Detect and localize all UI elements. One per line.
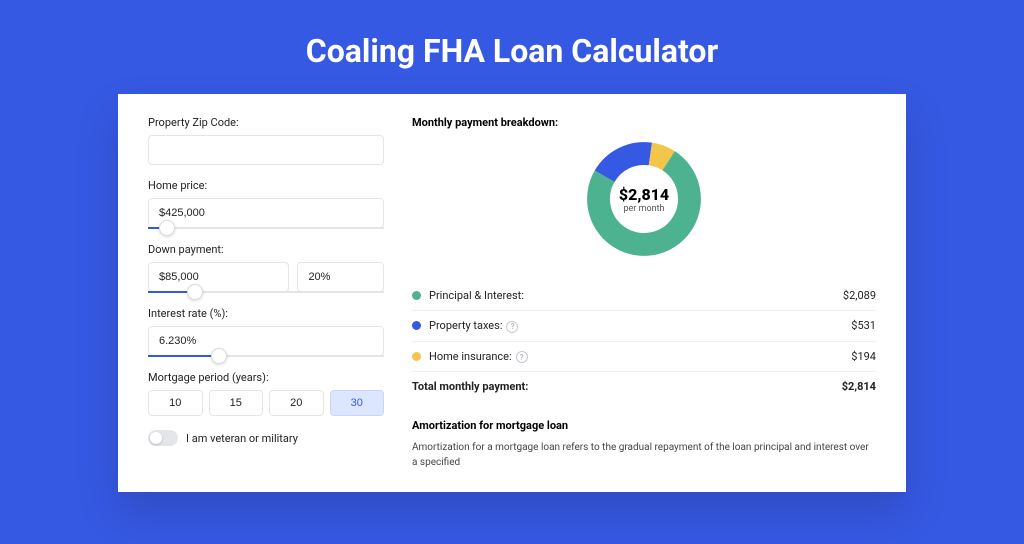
price-slider[interactable] bbox=[148, 227, 384, 229]
legend-dot bbox=[412, 352, 421, 361]
page-title: Coaling FHA Loan Calculator bbox=[0, 32, 1024, 70]
legend-value: $2,089 bbox=[843, 289, 876, 302]
rate-row: Interest rate (%): bbox=[148, 307, 384, 357]
rate-slider[interactable] bbox=[148, 355, 384, 357]
breakdown-panel: Monthly payment breakdown: $2,814 per mo… bbox=[412, 116, 876, 470]
legend-total-row: Total monthly payment:$2,814 bbox=[412, 371, 876, 401]
period-options: 10152030 bbox=[148, 390, 384, 416]
veteran-label: I am veteran or military bbox=[186, 432, 298, 445]
help-icon[interactable]: ? bbox=[506, 321, 518, 333]
amortization-title: Amortization for mortgage loan bbox=[412, 419, 876, 432]
price-row: Home price: bbox=[148, 179, 384, 229]
period-row-wrap: Mortgage period (years): 10152030 bbox=[148, 371, 384, 416]
breakdown-title: Monthly payment breakdown: bbox=[412, 116, 876, 129]
legend-dot bbox=[412, 291, 421, 300]
legend-value: $531 bbox=[851, 319, 876, 332]
amortization-section: Amortization for mortgage loan Amortizat… bbox=[412, 419, 876, 470]
price-label: Home price: bbox=[148, 179, 384, 192]
amortization-text: Amortization for a mortgage loan refers … bbox=[412, 440, 876, 470]
down-row: Down payment: bbox=[148, 243, 384, 293]
form-panel: Property Zip Code: Home price: Down paym… bbox=[148, 116, 384, 470]
price-input[interactable] bbox=[148, 198, 384, 228]
zip-row: Property Zip Code: bbox=[148, 116, 384, 165]
help-icon[interactable]: ? bbox=[516, 351, 528, 363]
down-label: Down payment: bbox=[148, 243, 384, 256]
legend-label: Principal & Interest: bbox=[429, 289, 843, 302]
down-amount-input[interactable] bbox=[148, 262, 289, 292]
rate-input[interactable] bbox=[148, 326, 384, 356]
legend-total-value: $2,814 bbox=[842, 380, 876, 393]
legend-row: Principal & Interest:$2,089 bbox=[412, 281, 876, 310]
rate-slider-fill bbox=[148, 355, 219, 357]
legend-total-label: Total monthly payment: bbox=[412, 380, 842, 393]
period-option-20[interactable]: 20 bbox=[269, 390, 324, 416]
period-label: Mortgage period (years): bbox=[148, 371, 384, 384]
donut-amount: $2,814 bbox=[619, 185, 669, 204]
legend-label: Home insurance:? bbox=[429, 350, 851, 364]
donut-chart: $2,814 per month bbox=[584, 139, 704, 259]
down-percent-input[interactable] bbox=[297, 262, 384, 292]
rate-slider-thumb[interactable] bbox=[211, 348, 227, 364]
veteran-row: I am veteran or military bbox=[148, 430, 384, 446]
zip-label: Property Zip Code: bbox=[148, 116, 384, 129]
price-slider-thumb[interactable] bbox=[159, 220, 175, 236]
down-slider[interactable] bbox=[148, 291, 384, 293]
period-option-10[interactable]: 10 bbox=[148, 390, 203, 416]
calculator-card: Property Zip Code: Home price: Down paym… bbox=[118, 94, 906, 492]
rate-label: Interest rate (%): bbox=[148, 307, 384, 320]
legend-row: Home insurance:?$194 bbox=[412, 341, 876, 372]
period-option-15[interactable]: 15 bbox=[209, 390, 264, 416]
donut-sub: per month bbox=[623, 204, 664, 214]
period-option-30[interactable]: 30 bbox=[330, 390, 385, 416]
legend-label: Property taxes:? bbox=[429, 319, 851, 333]
veteran-toggle[interactable] bbox=[148, 430, 178, 446]
legend-dot bbox=[412, 321, 421, 330]
legend: Principal & Interest:$2,089Property taxe… bbox=[412, 281, 876, 401]
zip-input[interactable] bbox=[148, 135, 384, 165]
legend-row: Property taxes:?$531 bbox=[412, 310, 876, 341]
down-slider-thumb[interactable] bbox=[187, 284, 203, 300]
legend-value: $194 bbox=[851, 350, 876, 363]
